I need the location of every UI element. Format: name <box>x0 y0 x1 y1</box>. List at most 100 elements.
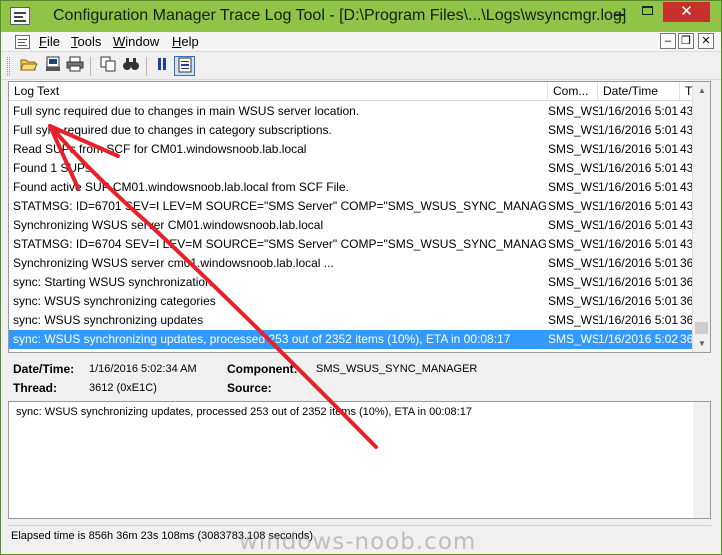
component-cell: SMS_WS <box>548 123 598 137</box>
table-row[interactable]: STATMSG: ID=6701 SEV=I LEV=M SOURCE="SMS… <box>9 197 692 216</box>
log-text-cell: Synchronizing WSUS server CM01.windowsno… <box>13 218 324 232</box>
log-text-cell: Found active SUP CM01.windowsnoob.lab.lo… <box>13 180 349 194</box>
menu-tools[interactable]: Tools <box>71 34 101 49</box>
message-text: sync: WSUS synchronizing updates, proces… <box>16 406 472 418</box>
datetime-cell: 1/16/2016 5:02 <box>598 332 679 346</box>
close-button[interactable]: ✕ <box>663 2 710 22</box>
window-title: Configuration Manager Trace Log Tool - [… <box>53 7 627 24</box>
log-grid[interactable]: Log Text Com... Date/Time T Full sync re… <box>8 81 711 353</box>
component-cell: SMS_WS <box>548 199 598 213</box>
child-restore-button[interactable]: ❐ <box>678 33 694 49</box>
column-header-log-text[interactable]: Log Text <box>9 82 548 101</box>
print-preview-button[interactable] <box>42 56 63 76</box>
log-text-cell: Full sync required due to changes in mai… <box>13 104 360 118</box>
menu-file-label: ile <box>46 34 60 49</box>
message-text-box[interactable]: sync: WSUS synchronizing updates, proces… <box>8 401 711 519</box>
watermark: windows-noob.com <box>239 529 477 555</box>
table-row[interactable]: sync: Starting WSUS synchronization SMS_W… <box>9 273 692 292</box>
table-row[interactable]: sync: WSUS synchronizing updates SMS_WS 1/… <box>9 311 692 330</box>
datetime-cell: 1/16/2016 5:01 <box>598 161 679 175</box>
highlight-button[interactable] <box>174 56 195 76</box>
thread-cell: 436 <box>680 180 692 194</box>
log-text-cell: Found 1 SUPs <box>13 161 92 175</box>
table-row[interactable]: Found 1 SUPs SMS_WS1/16/2016 5:01436 <box>9 159 692 178</box>
child-minimize-button[interactable]: – <box>660 33 676 49</box>
table-row[interactable]: Synchronizing WSUS server cm01.windowsno… <box>9 254 692 273</box>
table-row[interactable]: Read SUPs from SCF for CM01.windowsnoob.… <box>9 140 692 159</box>
datetime-cell: 1/16/2016 5:01 <box>598 180 679 194</box>
table-row[interactable]: Found active SUP CM01.windowsnoob.lab.lo… <box>9 178 692 197</box>
print-button[interactable] <box>64 56 85 76</box>
table-row-selected[interactable]: sync: WSUS synchronizing updates, proces… <box>9 330 692 349</box>
table-row[interactable]: STATMSG: ID=6704 SEV=I LEV=M SOURCE="SMS… <box>9 235 692 254</box>
component-cell: SMS_WS <box>548 161 598 175</box>
thread-cell: 436 <box>680 142 692 156</box>
thread-cell: 361 <box>680 313 692 327</box>
thread-value: 3612 (0xE1C) <box>89 382 157 394</box>
datetime-cell: 1/16/2016 5:01 <box>598 123 679 137</box>
grid-vertical-scrollbar[interactable]: ▲ ▼ <box>692 82 710 352</box>
column-header-thread[interactable]: T <box>680 82 692 101</box>
copy-button[interactable] <box>97 56 118 76</box>
datetime-label: Date/Time: <box>13 362 75 376</box>
find-button[interactable] <box>120 56 141 76</box>
menu-help[interactable]: Help <box>172 34 199 49</box>
column-header-component[interactable]: Com... <box>548 82 598 101</box>
datetime-cell: 1/16/2016 5:01 <box>598 218 679 232</box>
scroll-down-arrow[interactable]: ▼ <box>693 335 710 352</box>
scroll-up-arrow[interactable]: ▲ <box>693 82 710 99</box>
title-bar[interactable]: Configuration Manager Trace Log Tool - [… <box>1 1 721 32</box>
table-row[interactable]: Full sync required due to changes in mai… <box>9 102 692 121</box>
maximize-icon <box>642 6 653 16</box>
grid-header: Log Text Com... Date/Time T <box>9 82 692 101</box>
thread-cell: 436 <box>680 199 692 213</box>
restore-icon: ❐ <box>681 35 691 47</box>
open-icon <box>19 59 38 71</box>
component-cell: SMS_WS <box>548 180 598 194</box>
thread-cell: 436 <box>680 218 692 232</box>
component-cell: SMS_WS <box>548 256 598 270</box>
highlight-icon <box>178 57 191 73</box>
table-row[interactable]: Synchronizing WSUS server CM01.windowsno… <box>9 216 692 235</box>
component-value: SMS_WSUS_SYNC_MANAGER <box>316 363 478 375</box>
thread-cell: 436 <box>680 104 692 118</box>
open-button[interactable] <box>18 56 39 76</box>
toolbar-grip[interactable] <box>7 57 10 76</box>
toolbar-separator <box>146 57 147 76</box>
minimize-icon <box>614 14 625 17</box>
log-text-cell: sync: WSUS synchronizing categories <box>13 294 216 308</box>
close-icon: ✕ <box>701 35 711 47</box>
menu-help-label: elp <box>181 34 199 49</box>
datetime-value: 1/16/2016 5:02:34 AM <box>89 363 197 375</box>
log-text-cell: Read SUPs from SCF for CM01.windowsnoob.… <box>13 142 307 156</box>
datetime-cell: 1/16/2016 5:01 <box>598 275 679 289</box>
table-row[interactable]: sync: WSUS synchronizing categories SMS_W… <box>9 292 692 311</box>
datetime-cell: 1/16/2016 5:01 <box>598 142 679 156</box>
menu-window-mnemonic: W <box>113 34 126 49</box>
document-icon[interactable] <box>15 35 30 49</box>
print-preview-icon <box>45 56 60 71</box>
message-scrollbar[interactable] <box>693 402 710 518</box>
menu-window[interactable]: Window <box>113 34 159 49</box>
app-window: Configuration Manager Trace Log Tool - [… <box>0 0 722 555</box>
datetime-cell: 1/16/2016 5:01 <box>598 104 679 118</box>
log-text-cell: STATMSG: ID=6704 SEV=I LEV=M SOURCE="SMS… <box>13 237 546 251</box>
maximize-button[interactable] <box>634 2 661 22</box>
menu-bar: File Tools Window Help – ❐ ✕ <box>1 32 721 52</box>
menu-tools-label: ools <box>77 34 102 49</box>
log-text-cell: sync: WSUS synchronizing updates <box>13 313 204 327</box>
pause-button[interactable] <box>151 56 172 76</box>
scroll-thumb[interactable] <box>695 322 708 334</box>
datetime-cell: 1/16/2016 5:01 <box>598 256 679 270</box>
table-row[interactable]: Full sync required due to changes in cat… <box>9 121 692 140</box>
child-close-button[interactable]: ✕ <box>698 33 714 49</box>
minimize-button[interactable] <box>606 2 633 22</box>
component-cell: SMS_WS <box>548 104 598 118</box>
thread-cell: 361 <box>680 275 692 289</box>
menu-file[interactable]: File <box>39 34 60 49</box>
column-header-datetime[interactable]: Date/Time <box>598 82 680 101</box>
app-icon <box>10 7 30 25</box>
menu-file-mnemonic: F <box>39 34 47 49</box>
datetime-cell: 1/16/2016 5:01 <box>598 294 679 308</box>
log-text-cell: sync: Starting WSUS synchronization <box>13 275 212 289</box>
